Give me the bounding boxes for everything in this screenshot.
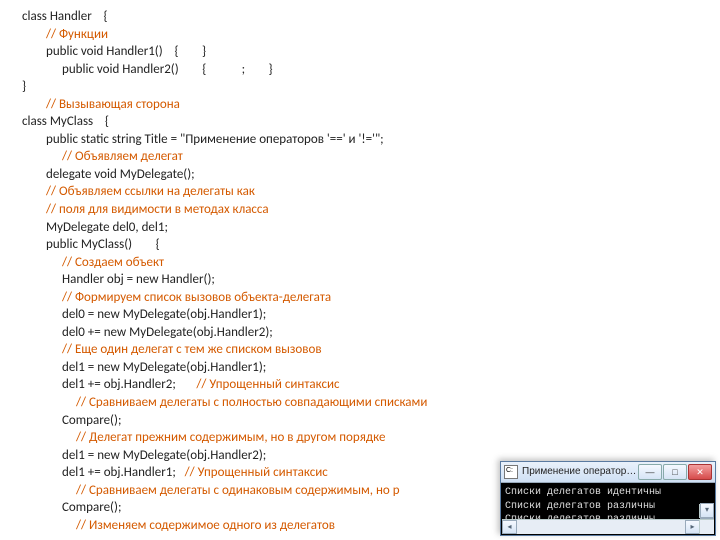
code-line: // Вызывающая сторона xyxy=(22,96,720,114)
code-line: } xyxy=(22,78,720,96)
scroll-down-icon[interactable]: ▾ xyxy=(700,503,714,518)
code-line: del1 += obj.Handler2; // Упрощенный синт… xyxy=(22,376,720,394)
titlebar[interactable]: Применение операторов '... — □ ✕ xyxy=(501,462,715,483)
code-line: public MyClass() { xyxy=(22,236,720,254)
code-line: Compare(); xyxy=(22,412,720,430)
horizontal-scrollbar[interactable]: ◂ ▸ xyxy=(502,519,700,534)
console-window: Применение операторов '... — □ ✕ Списки … xyxy=(500,461,716,536)
code-line: MyDelegate del0, del1; xyxy=(22,219,720,237)
vertical-scrollbar[interactable]: ▴ ▾ xyxy=(699,504,714,518)
scroll-left-icon[interactable]: ◂ xyxy=(502,520,517,534)
code-line: del0 = new MyDelegate(obj.Handler1); xyxy=(22,306,720,324)
code-line: class Handler { xyxy=(22,8,720,26)
code-line: public void Handler2() { ; } xyxy=(22,61,720,79)
app-icon xyxy=(504,465,518,479)
code-line: // Формируем список вызовов объекта-деле… xyxy=(22,289,720,307)
code-line: del1 = new MyDelegate(obj.Handler1); xyxy=(22,359,720,377)
window-title: Применение операторов '... xyxy=(522,465,638,479)
code-line: // Сравниваем делегаты с полностью совпа… xyxy=(22,394,720,412)
minimize-button[interactable]: — xyxy=(638,464,662,480)
code-line: public static string Title = "Применение… xyxy=(22,131,720,149)
code-line: // Делегат прежним содержимым, но в друг… xyxy=(22,429,720,447)
code-line: // Объявляем делегат xyxy=(22,148,720,166)
code-line: // Создаем объект xyxy=(22,254,720,272)
code-line: del0 += new MyDelegate(obj.Handler2); xyxy=(22,324,720,342)
code-line: public void Handler1() { } xyxy=(22,43,720,61)
code-line: // Объявляем ссылки на делегаты как xyxy=(22,183,720,201)
scroll-right-icon[interactable]: ▸ xyxy=(685,520,700,534)
code-line: // Еще один делегат с тем же списком выз… xyxy=(22,341,720,359)
code-line: // поля для видимости в методах класса xyxy=(22,201,720,219)
resize-grip[interactable] xyxy=(699,519,714,534)
code-block: class Handler {// Функцииpublic void Han… xyxy=(0,0,720,534)
code-line: // Функции xyxy=(22,26,720,44)
code-line: class MyClass { xyxy=(22,113,720,131)
maximize-button[interactable]: □ xyxy=(663,464,687,480)
close-button[interactable]: ✕ xyxy=(688,464,712,480)
code-line: delegate void MyDelegate(); xyxy=(22,166,720,184)
code-line: Handler obj = new Handler(); xyxy=(22,271,720,289)
